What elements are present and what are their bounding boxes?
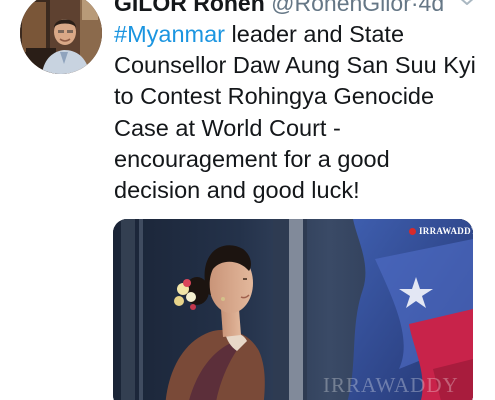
timestamp[interactable]: 4d (419, 0, 445, 16)
avatar[interactable] (20, 0, 102, 74)
irrawaddy-logo: IRRAWADDY (409, 226, 473, 238)
tweet-text-line-4: Case at World Court - (114, 114, 341, 141)
avatar-photo (20, 0, 102, 74)
author-name[interactable]: GILOR Ronen (114, 0, 265, 16)
tweet-text-line-2: Counsellor Daw Aung San Suu Kyi (114, 52, 476, 79)
hashtag-link[interactable]: #Myanmar (114, 21, 225, 47)
tweet-screen: GILOR Ronen @RonenGilor·4d #Myanmar lead… (0, 0, 495, 400)
tweet-text-line-1: #Myanmar leader and State (114, 19, 489, 50)
chevron-down-icon[interactable] (456, 0, 478, 8)
tweet-header: GILOR Ronen @RonenGilor·4d (114, 0, 444, 16)
irrawaddy-logo-text: IRRAWADDY (419, 226, 473, 236)
tweet-photo[interactable]: IRRAWADDY IRRAWADDY (113, 219, 473, 400)
irrawaddy-watermark: IRRAWADDY (323, 373, 459, 397)
tweet-text: #Myanmar leader and State Counsellor Daw… (114, 19, 489, 206)
tweet-text-line-1-rest: leader and State (225, 21, 405, 47)
logo-dot (409, 228, 416, 235)
tweet-text-line-3: to Contest Rohingya Genocide (114, 83, 435, 110)
tweet-text-line-5: encouragement for a good (114, 145, 390, 172)
separator: · (410, 0, 419, 16)
tweet-text-line-6: decision and good luck! (114, 177, 360, 204)
author-handle[interactable]: @RonenGilor (271, 0, 411, 16)
